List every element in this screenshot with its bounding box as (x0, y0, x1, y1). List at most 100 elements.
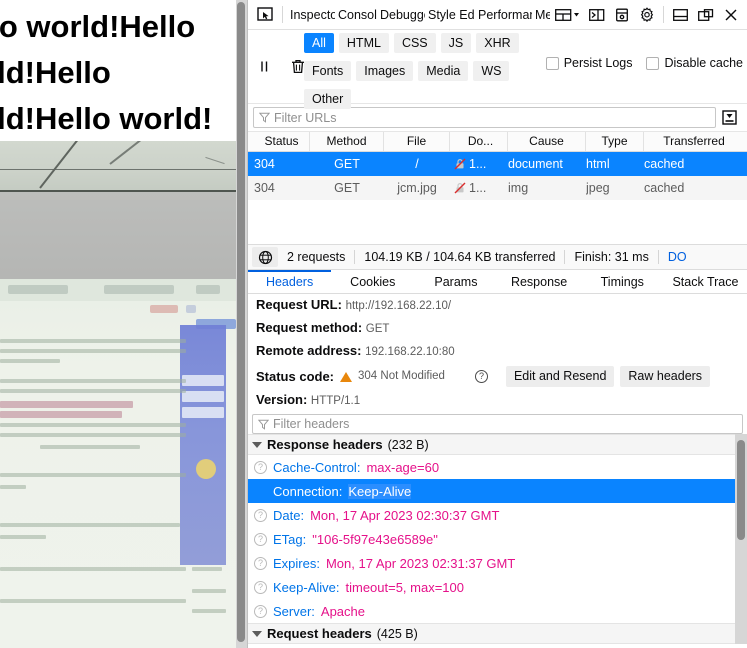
filter-chip-ws[interactable]: WS (473, 61, 510, 81)
header-row-keep-alive[interactable]: ? Keep-Alive: timeout=5, max=100 (248, 575, 747, 599)
tab-console[interactable]: Console (335, 0, 377, 30)
persist-logs-checkbox[interactable]: Persist Logs (545, 56, 632, 70)
screenshot-icon[interactable] (609, 3, 634, 27)
network-throttling-icon[interactable] (252, 247, 278, 267)
question-mark-icon[interactable]: ? (254, 532, 267, 546)
response-headers-size: (232 B) (387, 437, 429, 452)
request-detail-tabs: Headers Cookies Params Response Timings … (248, 270, 747, 294)
column-header-cause[interactable]: Cause (508, 132, 586, 151)
filter-chip-fonts[interactable]: Fonts (304, 61, 352, 81)
pause-icon[interactable] (254, 56, 274, 76)
tab-memory[interactable]: Memory (532, 0, 550, 30)
detail-tab-stack-trace[interactable]: Stack Trace (664, 270, 747, 293)
photo-text-line (0, 473, 186, 477)
column-header-method[interactable]: Method (310, 132, 384, 151)
table-row[interactable]: 304 GET jcm.jpg 1... img jpeg cached (248, 176, 747, 200)
question-mark-icon[interactable]: ? (254, 556, 267, 570)
cell-domain-text: 1... (469, 181, 487, 195)
disable-cache-checkbox[interactable]: Disable cache (646, 56, 743, 70)
toggle-details-pane-icon[interactable] (716, 110, 742, 125)
header-value: Keep-Alive (348, 483, 412, 499)
page-vertical-scrollbar[interactable] (236, 0, 247, 648)
header-row-date[interactable]: ? Date: Mon, 17 Apr 2023 02:30:37 GMT (248, 503, 747, 527)
question-mark-icon[interactable]: ? (254, 508, 267, 522)
question-mark-icon[interactable]: ? (254, 460, 267, 474)
header-value: timeout=5, max=100 (345, 579, 465, 595)
edit-and-resend-button[interactable]: Edit and Resend (505, 366, 615, 387)
cell-domain-text: 1... (469, 157, 487, 171)
filter-chip-media[interactable]: Media (418, 61, 469, 81)
network-filter-toolbar: All HTML CSS JS XHR Fonts Images Media W… (248, 30, 747, 109)
headers-filter-input[interactable]: Filter headers (252, 414, 743, 434)
tab-debugger[interactable]: Debugger (377, 0, 425, 30)
table-row[interactable]: 304 GET / 1... document html cached (248, 152, 747, 176)
column-header-domain[interactable]: Do... (450, 132, 508, 151)
split-console-icon[interactable] (584, 3, 609, 27)
column-header-type[interactable]: Type (586, 132, 644, 151)
search-input[interactable]: Filter URLs (253, 107, 716, 128)
tab-style-editor-label: Style Editor (428, 7, 475, 22)
request-headers-size: (425 B) (376, 626, 418, 641)
web-page-viewport[interactable]: Hello world!Hello world!Hello world!Hell… (0, 0, 236, 648)
tab-performance[interactable]: Performance (475, 0, 532, 30)
filter-chip-html[interactable]: HTML (338, 33, 389, 53)
headers-scrollbar-thumb[interactable] (737, 440, 745, 540)
disable-cache-box[interactable] (646, 56, 660, 70)
tab-style-editor[interactable]: Style Editor (425, 0, 475, 30)
header-row-cache-control[interactable]: ? Cache-Control: max-age=60 (248, 455, 747, 479)
cell-status: 304 (254, 181, 275, 195)
question-mark-icon[interactable]: ? (254, 485, 267, 498)
page-scrollbar-thumb[interactable] (237, 2, 245, 642)
filter-chip-all[interactable]: All (304, 33, 334, 53)
question-mark-icon[interactable]: ? (254, 604, 267, 618)
detail-tab-response[interactable]: Response (498, 270, 581, 293)
column-header-transferred[interactable]: Transferred (644, 132, 744, 151)
remote-address-value: 192.168.22.10:80 (365, 346, 455, 358)
detail-tab-params[interactable]: Params (414, 270, 497, 293)
filter-chip-images[interactable]: Images (356, 61, 414, 81)
summary-requests-count: 2 requests (287, 250, 346, 264)
photo-tab-1 (8, 285, 68, 294)
detail-tab-cookies[interactable]: Cookies (331, 270, 414, 293)
filter-chip-css[interactable]: CSS (393, 33, 436, 53)
chevron-down-icon[interactable] (252, 630, 262, 637)
cell-cause: img (508, 181, 529, 195)
header-name: ETag: (273, 531, 307, 547)
detail-tab-timings[interactable]: Timings (581, 270, 664, 293)
devtools-toolbar: Inspector Console Debugger Style Editor … (248, 0, 747, 30)
headers-vertical-scrollbar[interactable] (735, 434, 747, 644)
cell-domain: 1... (450, 157, 508, 171)
persist-logs-box[interactable] (545, 56, 559, 70)
filter-chip-other[interactable]: Other (304, 89, 352, 109)
column-header-file[interactable]: File (384, 132, 450, 151)
response-headers-group[interactable]: Response headers (232 B) (248, 434, 747, 455)
chevron-down-icon[interactable] (252, 441, 262, 448)
photo-text-line (0, 359, 60, 363)
request-headers-group[interactable]: Request headers (425 B) (248, 623, 747, 644)
raw-headers-button[interactable]: Raw headers (620, 366, 711, 387)
element-picker-icon[interactable] (252, 4, 278, 26)
header-row-etag[interactable]: ? ETag: "106-5f97e43e6589e" (248, 527, 747, 551)
photo-yellow-icon (196, 459, 216, 479)
dock-side-icon[interactable] (693, 3, 718, 27)
close-icon[interactable] (718, 3, 743, 27)
dock-bottom-icon[interactable] (668, 3, 693, 27)
filter-chip-xhr[interactable]: XHR (476, 33, 519, 53)
header-name: Server: (273, 603, 315, 619)
detail-tab-headers[interactable]: Headers (248, 270, 332, 293)
version-row: Version: HTTP/1.1 (248, 389, 747, 412)
header-row-expires[interactable]: ? Expires: Mon, 17 Apr 2023 02:31:37 GMT (248, 551, 747, 575)
question-mark-icon[interactable]: ? (474, 370, 488, 383)
search-input-placeholder: Filter URLs (274, 110, 337, 125)
filter-chip-js[interactable]: JS (440, 33, 472, 53)
question-mark-icon[interactable]: ? (254, 580, 267, 594)
column-header-status[interactable]: Status (248, 132, 310, 151)
network-summary-bar: 2 requests 104.19 KB / 104.64 KB transfe… (248, 244, 747, 270)
cell-cause: document (508, 157, 563, 171)
header-row-connection[interactable]: ? Connection: Keep-Alive (248, 479, 747, 503)
tab-inspector[interactable]: Inspector (287, 0, 335, 30)
gear-icon[interactable] (634, 3, 659, 27)
responsive-design-mode-icon[interactable] (550, 3, 584, 27)
request-url-value[interactable]: http://192.168.22.10/ (346, 300, 452, 312)
header-row-server[interactable]: ? Server: Apache (248, 599, 747, 623)
